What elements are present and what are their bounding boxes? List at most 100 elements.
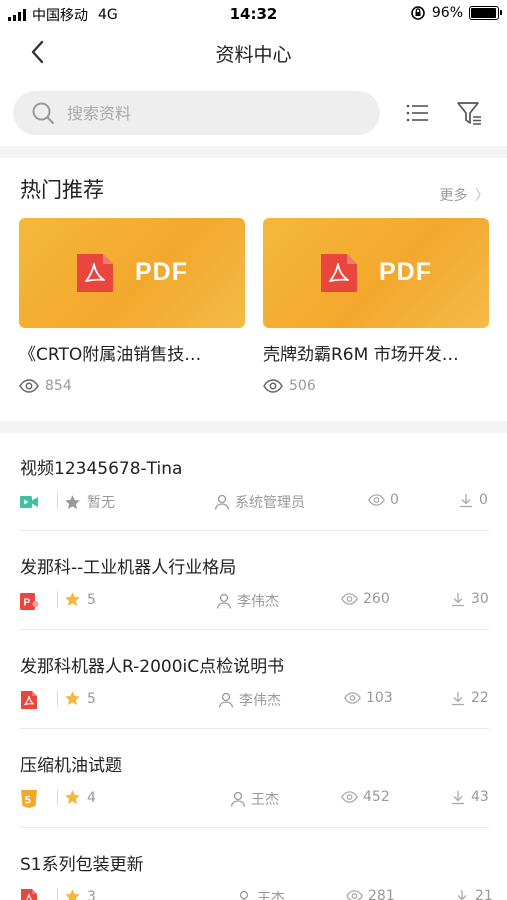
item-downloads: 21 [455, 888, 493, 900]
user-icon [214, 494, 230, 510]
nav-bar: 资料中心 [0, 28, 507, 76]
ppt-icon: P [19, 591, 39, 611]
item-author: 李伟杰 [216, 591, 279, 611]
user-icon [230, 791, 246, 807]
item-views: 452 [341, 789, 390, 805]
svg-text:P: P [24, 598, 31, 609]
list-view-button[interactable] [404, 100, 430, 126]
download-icon [452, 790, 464, 804]
item-author: 李伟杰 [218, 690, 281, 710]
item-rating: 4 [64, 789, 96, 806]
more-label: 更多 [439, 188, 468, 204]
hot-card-2-title[interactable]: 壳牌劲霸R6M 市场开发… [263, 340, 495, 365]
view-count: 103 [366, 690, 393, 706]
item-title: S1系列包装更新 [20, 855, 144, 875]
item-views: 103 [344, 690, 393, 706]
item-views: 281 [346, 888, 395, 900]
item-author: 系统管理员 [214, 492, 305, 512]
rating-value: 暂无 [87, 495, 115, 511]
status-bar: 中国移动 4G 14:32 96% [0, 0, 507, 28]
item-views: 0 [368, 492, 399, 508]
view-count: 452 [363, 789, 390, 805]
hot-card-1[interactable]: PDF [19, 218, 245, 328]
item-rating: 5 [64, 591, 96, 608]
list-item[interactable]: 压缩机油试题 5 4 王杰 452 43 [0, 729, 507, 828]
download-count: 43 [471, 789, 489, 805]
list-icon [406, 104, 428, 122]
eye-icon [341, 791, 358, 803]
meta-separator [57, 591, 58, 608]
pdf-icon [19, 690, 39, 710]
filter-button[interactable] [455, 99, 483, 127]
view-count: 260 [363, 591, 390, 607]
list-item[interactable]: 视频12345678-Tina 暂无 系统管理员 0 0 [0, 432, 507, 531]
meta-separator [57, 888, 58, 900]
eye-icon [19, 379, 39, 393]
star-icon [65, 592, 80, 607]
item-title: 视频12345678-Tina [20, 459, 183, 479]
search-box[interactable] [13, 91, 380, 135]
page-title: 资料中心 [215, 44, 292, 66]
battery-percent: 96% [431, 5, 463, 21]
list-item[interactable]: 发那科--工业机器人行业格局 P 5 李伟杰 260 30 [0, 531, 507, 630]
list-item[interactable]: S1系列包装更新 3 王杰 281 21 [0, 828, 507, 900]
item-author: 王杰 [230, 789, 279, 809]
list-item[interactable]: 发那科机器人R-2000iC点检说明书 5 李伟杰 103 22 [0, 630, 507, 729]
hot-section-title: 热门推荐 [20, 178, 104, 202]
download-count: 22 [471, 690, 489, 706]
hot-card-2[interactable]: PDF [263, 218, 489, 328]
item-title: 发那科机器人R-2000iC点检说明书 [20, 657, 285, 677]
rating-value: 4 [87, 789, 96, 806]
star-icon [65, 889, 80, 900]
item-downloads: 22 [451, 690, 489, 706]
hot-card-1-title[interactable]: 《CRTO附属油销售技… [19, 340, 251, 365]
item-downloads: 0 [459, 492, 488, 508]
meta-separator [57, 492, 58, 509]
chevron-right-icon: 〉 [475, 188, 489, 204]
view-count: 506 [289, 378, 316, 394]
rating-value: 5 [87, 690, 96, 707]
rating-value: 3 [87, 888, 96, 900]
search-row [0, 90, 507, 136]
search-input[interactable] [67, 103, 347, 123]
battery-icon [469, 6, 502, 20]
author-name: 李伟杰 [237, 594, 279, 610]
author-name: 王杰 [257, 891, 285, 900]
pdf-file-icon [321, 254, 357, 292]
eye-icon [368, 494, 385, 506]
hot-card-1-views: 854 [19, 378, 72, 394]
item-author: 王杰 [236, 888, 285, 900]
star-icon [65, 494, 80, 509]
eye-icon [341, 593, 358, 605]
filter-icon [457, 102, 481, 125]
orientation-lock-icon [411, 6, 425, 20]
eye-icon [263, 379, 283, 393]
video-icon [19, 492, 39, 512]
star-icon [65, 691, 80, 706]
download-icon [457, 889, 467, 900]
download-icon [460, 493, 472, 507]
view-count: 281 [368, 888, 395, 900]
item-rating: 暂无 [64, 492, 115, 512]
item-views: 260 [341, 591, 390, 607]
more-link[interactable]: 更多 〉 [440, 185, 489, 205]
item-rating: 5 [64, 690, 96, 707]
eye-icon [346, 890, 363, 900]
svg-text:5: 5 [25, 795, 31, 807]
item-downloads: 43 [451, 789, 489, 805]
download-count: 30 [471, 591, 489, 607]
item-rating: 3 [64, 888, 96, 900]
author-name: 王杰 [251, 792, 279, 808]
pdf-icon [19, 888, 39, 900]
item-title: 压缩机油试题 [20, 756, 122, 776]
download-count: 0 [479, 492, 488, 508]
section-divider [0, 146, 507, 158]
download-icon [452, 691, 464, 705]
eye-icon [344, 692, 361, 704]
card-badge: PDF [135, 258, 188, 286]
rating-value: 5 [87, 591, 96, 608]
status-right: 96% [410, 5, 502, 21]
pdf-file-icon [77, 254, 113, 292]
search-icon [32, 102, 54, 124]
download-count: 21 [475, 888, 493, 900]
